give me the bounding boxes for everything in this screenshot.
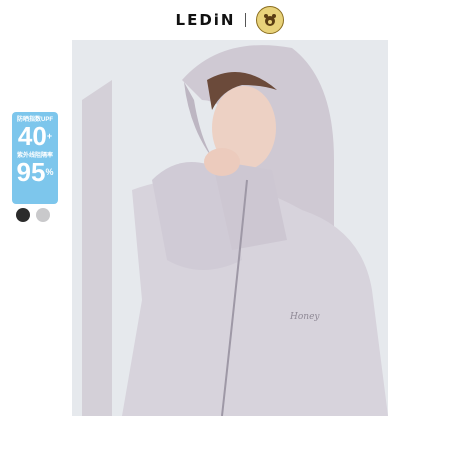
upf-info-panel: 防晒指数UPF 40+ 紫外线阻隔率 95% [12,112,58,204]
upf-value: 40+ [17,121,53,151]
jacket-chest-text: Honey [290,312,320,322]
swatch-grey[interactable] [36,208,50,222]
header-divider [245,13,247,27]
product-photo: Honey [72,40,388,416]
header-bar: LEDiN [0,0,460,40]
bear-badge-icon [256,6,285,34]
uv-block-value: 95% [16,157,54,187]
swatch-black[interactable] [16,208,30,222]
color-swatches [16,208,50,222]
brand-logo[interactable]: LEDiN [176,11,236,29]
